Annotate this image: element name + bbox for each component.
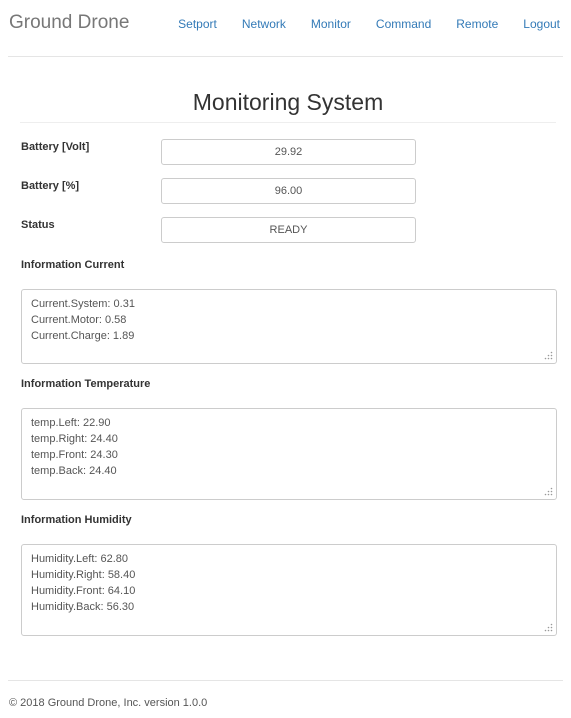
nav-links: Setport Network Monitor Command Remote L…: [178, 17, 560, 31]
humidity-left-line: Humidity.Left: 62.80: [31, 553, 129, 565]
humidity-front-line: Humidity.Front: 64.10: [31, 585, 136, 597]
nav-link-setport[interactable]: Setport: [178, 17, 217, 31]
footer-divider: [8, 680, 563, 681]
humidity-back-line: Humidity.Back: 56.30: [31, 601, 135, 613]
current-system-line: Current.System: 0.31: [31, 298, 135, 310]
page-title: Monitoring System: [20, 86, 556, 123]
current-charge-line: Current.Charge: 1.89: [31, 330, 135, 342]
information-temperature-textarea[interactable]: temp.Left: 22.90 temp.Right: 24.40 temp.…: [21, 408, 557, 500]
nav-link-logout[interactable]: Logout: [523, 17, 560, 31]
battery-percent-label: Battery [%]: [21, 180, 80, 192]
page: Ground Drone Setport Network Monitor Com…: [0, 0, 571, 718]
information-current-label: Information Current: [21, 259, 125, 271]
current-motor-line: Current.Motor: 0.58: [31, 314, 127, 326]
nav-link-network[interactable]: Network: [242, 17, 286, 31]
battery-percent-field[interactable]: 96.00: [161, 178, 416, 204]
humidity-right-line: Humidity.Right: 58.40: [31, 569, 136, 581]
nav-link-command[interactable]: Command: [376, 17, 431, 31]
information-temperature-label: Information Temperature: [21, 378, 151, 390]
resize-grip-icon[interactable]: [544, 351, 553, 360]
navbar: Ground Drone Setport Network Monitor Com…: [8, 0, 563, 57]
status-label: Status: [21, 219, 55, 231]
resize-grip-icon[interactable]: [544, 487, 553, 496]
battery-volt-field[interactable]: 29.92: [161, 139, 416, 165]
brand-link[interactable]: Ground Drone: [9, 12, 129, 34]
nav-link-remote[interactable]: Remote: [456, 17, 498, 31]
temp-front-line: temp.Front: 24.30: [31, 449, 118, 461]
information-current-textarea[interactable]: Current.System: 0.31 Current.Motor: 0.58…: [21, 289, 557, 364]
status-field[interactable]: READY: [161, 217, 416, 243]
footer-text: © 2018 Ground Drone, Inc. version 1.0.0: [9, 697, 208, 709]
information-humidity-textarea[interactable]: Humidity.Left: 62.80 Humidity.Right: 58.…: [21, 544, 557, 636]
temp-right-line: temp.Right: 24.40: [31, 433, 118, 445]
nav-link-monitor[interactable]: Monitor: [311, 17, 351, 31]
battery-volt-label: Battery [Volt]: [21, 141, 90, 153]
temp-left-line: temp.Left: 22.90: [31, 417, 111, 429]
resize-grip-icon[interactable]: [544, 623, 553, 632]
temp-back-line: temp.Back: 24.40: [31, 465, 117, 477]
information-humidity-label: Information Humidity: [21, 514, 132, 526]
